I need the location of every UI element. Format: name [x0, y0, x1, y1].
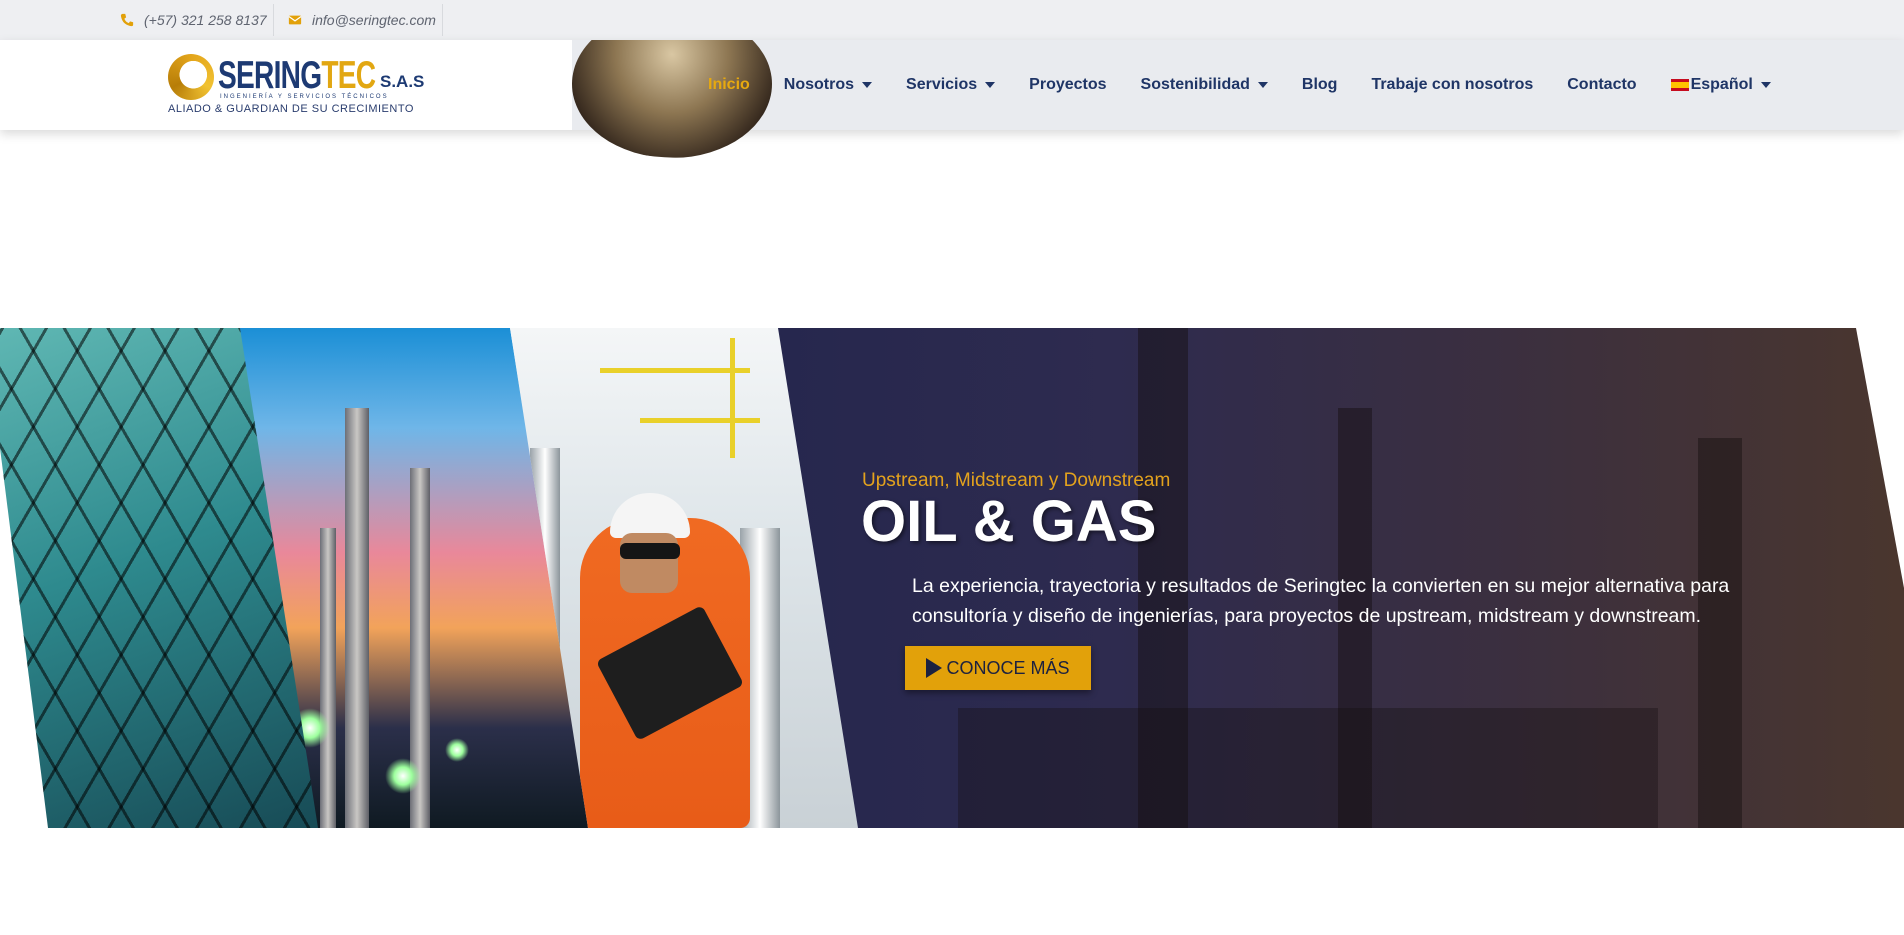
logo-suffix: S.A.S [380, 72, 425, 91]
spain-flag-icon [1670, 79, 1689, 91]
nav-item-servicios[interactable]: Servicios [906, 76, 996, 94]
nav-item-contacto[interactable]: Contacto [1567, 76, 1636, 94]
hero-title: OIL & GAS [861, 489, 1157, 554]
email-address: info@seringtec.com [312, 12, 436, 28]
caret-down-icon [1760, 82, 1771, 88]
logo-tagline: ALIADO & GUARDIAN DE SU CRECIMIENTO [168, 103, 414, 115]
nav-item-proyectos[interactable]: Proyectos [1029, 76, 1106, 94]
email-contact[interactable]: info@seringtec.com [288, 0, 436, 40]
logo-wordmark: SERINGTEC [218, 54, 376, 97]
nav-item-blog[interactable]: Blog [1302, 76, 1338, 94]
logo-area: SERINGTEC S.A.S INGENIERÍA Y SERVICIOS T… [0, 40, 572, 130]
caret-down-icon [862, 82, 873, 88]
cta-label: CONOCE MÁS [946, 657, 1070, 678]
logo-ring-icon [168, 54, 214, 100]
nav-item-sostenibilidad[interactable]: Sostenibilidad [1141, 76, 1268, 94]
envelope-icon [288, 15, 302, 25]
main-header: SERINGTEC S.A.S INGENIERÍA Y SERVICIOS T… [0, 40, 1904, 158]
seringtec-logo[interactable]: SERINGTEC S.A.S INGENIERÍA Y SERVICIOS T… [166, 52, 424, 122]
hero-description: La experiencia, trayectoria y resultados… [912, 575, 1730, 627]
language-selector[interactable]: Español [1670, 76, 1771, 94]
conoce-mas-button[interactable]: CONOCE MÁS [905, 646, 1091, 690]
nav-item-nosotros[interactable]: Nosotros [784, 76, 873, 94]
phone-contact[interactable]: (+57) 321 258 8137 [120, 0, 267, 40]
caret-down-icon [985, 82, 996, 88]
topbar-divider [442, 4, 443, 36]
nav-item-trabaje-con-nosotros[interactable]: Trabaje con nosotros [1371, 76, 1533, 94]
logo-subtitle: INGENIERÍA Y SERVICIOS TÉCNICOS [220, 94, 389, 100]
topbar-divider [273, 4, 274, 36]
phone-number: (+57) 321 258 8137 [144, 12, 267, 28]
play-icon [926, 658, 943, 678]
main-navigation: Inicio Nosotros Servicios Proyectos Sost… [708, 40, 1805, 130]
nav-item-inicio[interactable]: Inicio [708, 76, 750, 94]
caret-down-icon [1257, 82, 1268, 88]
phone-icon [120, 13, 134, 27]
top-contact-bar: (+57) 321 258 8137 info@seringtec.com [0, 0, 1904, 40]
